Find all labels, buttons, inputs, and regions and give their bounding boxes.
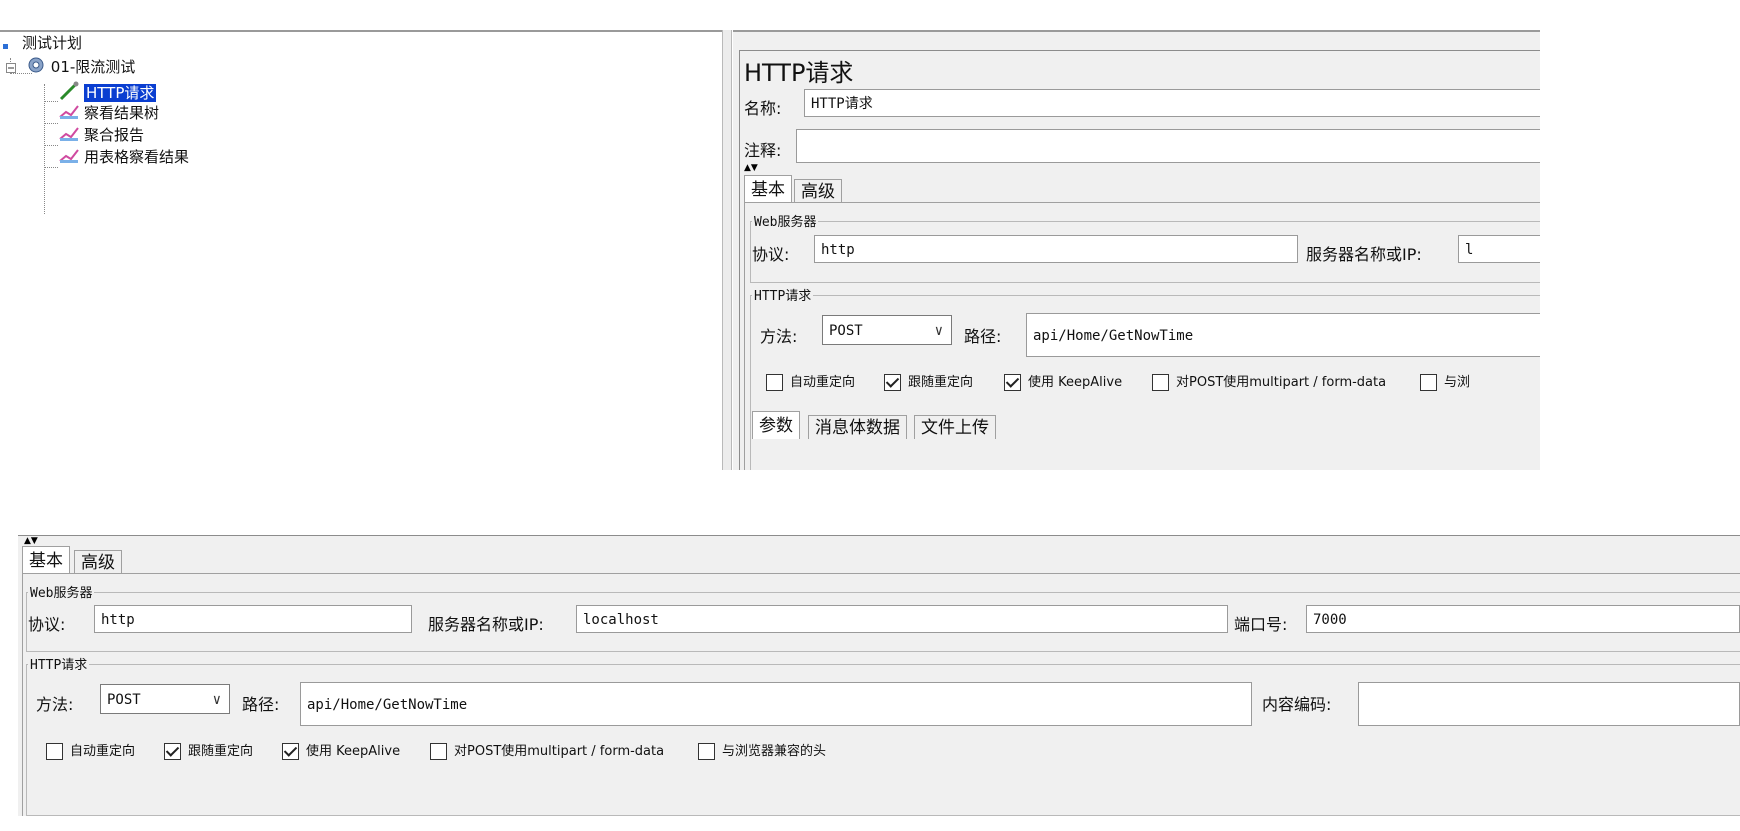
sampler-config-pane: HTTP请求 名称: HTTP请求 注释: ▲▼ 基本 高级 Web服务器 协议…: [733, 30, 1540, 470]
protocol-field[interactable]: http: [94, 605, 412, 633]
jmeter-window-top: 测试计划 01-限流测试 HTTP请求 察看结果树 聚合报告 用表格察看结果 H…: [0, 0, 1540, 470]
tree-top-border: [0, 30, 722, 32]
tab-basic[interactable]: 基本: [744, 175, 792, 203]
sampler-config-panel: HTTP请求 名称: HTTP请求 注释: ▲▼ 基本 高级 Web服务器 协议…: [739, 50, 1540, 470]
encoding-field[interactable]: [1358, 682, 1740, 726]
auto-redirect-checkbox[interactable]: 自动重定向: [766, 373, 855, 393]
tab-parameters[interactable]: 参数: [752, 411, 800, 439]
method-select[interactable]: POST ∨: [822, 315, 952, 345]
web-server-group-title: Web服务器: [752, 211, 819, 230]
web-server-group-title: Web服务器: [28, 582, 95, 601]
tree-item-view-results-table[interactable]: 用表格察看结果: [58, 146, 189, 166]
tab-advanced[interactable]: 高级: [74, 550, 122, 574]
method-select[interactable]: POST ∨: [100, 684, 230, 714]
protocol-label: 协议:: [752, 245, 790, 264]
collapse-arrows-icon[interactable]: ▲▼: [24, 536, 38, 546]
path-label: 路径:: [242, 695, 280, 714]
server-name-field[interactable]: localhost: [576, 605, 1228, 633]
browser-headers-checkbox[interactable]: 与浏: [1420, 373, 1470, 393]
checkbox-box: [884, 374, 901, 391]
method-value: POST: [107, 692, 141, 708]
checkbox-box: [430, 743, 447, 760]
tree-item-label: HTTP请求: [84, 84, 157, 102]
protocol-label: 协议:: [28, 615, 66, 634]
comment-field[interactable]: [796, 129, 1540, 163]
panel-title: HTTP请求: [744, 59, 854, 87]
server-name-field[interactable]: l: [1458, 235, 1540, 263]
checkbox-box: [1004, 374, 1021, 391]
tree-connector: [44, 84, 45, 214]
checkbox-box: [1152, 374, 1169, 391]
http-request-group-title: HTTP请求: [752, 285, 814, 304]
multipart-checkbox[interactable]: 对POST使用multipart / form-data: [430, 742, 664, 762]
name-label: 名称:: [744, 99, 782, 118]
tree-connector: [44, 145, 58, 146]
checkbox-box: [766, 374, 783, 391]
port-field[interactable]: 7000: [1306, 605, 1740, 633]
split-pane-divider[interactable]: [722, 30, 732, 470]
test-plan-icon: [2, 32, 18, 55]
checkbox-box: [282, 743, 299, 760]
tree-item-thread-group[interactable]: 01-限流测试: [6, 55, 136, 78]
path-label: 路径:: [964, 327, 1002, 346]
checkbox-box: [1420, 374, 1437, 391]
http-request-group-title: HTTP请求: [28, 654, 90, 673]
tree-item-http-request[interactable]: HTTP请求: [58, 80, 157, 102]
keepalive-checkbox[interactable]: 使用 KeepAlive: [1004, 373, 1122, 393]
tree-connector: [44, 101, 58, 102]
test-plan-tree: 测试计划 01-限流测试 HTTP请求 察看结果树 聚合报告 用表格察看结果: [0, 30, 722, 470]
keepalive-checkbox[interactable]: 使用 KeepAlive: [282, 742, 400, 762]
jmeter-window-bottom: ▲▼ 基本 高级 Web服务器 协议: http 服务器名称或IP: local…: [18, 535, 1740, 816]
browser-headers-checkbox[interactable]: 与浏览器兼容的头: [698, 742, 826, 762]
name-field[interactable]: HTTP请求: [804, 89, 1540, 117]
comment-label: 注释:: [744, 141, 782, 160]
method-label: 方法:: [760, 327, 798, 346]
listener-chart-icon: [58, 146, 80, 169]
expand-toggle-icon[interactable]: [6, 58, 16, 78]
tree-item-label: 测试计划: [22, 34, 83, 52]
tree-connector: [44, 167, 58, 168]
tree-item-label: 01-限流测试: [50, 58, 136, 76]
encoding-label: 内容编码:: [1262, 695, 1332, 714]
path-field[interactable]: api/Home/GetNowTime: [300, 682, 1252, 726]
tab-advanced[interactable]: 高级: [794, 179, 842, 203]
follow-redirect-checkbox[interactable]: 跟随重定向: [164, 742, 253, 762]
chevron-down-icon: ∨: [934, 323, 943, 339]
multipart-checkbox[interactable]: 对POST使用multipart / form-data: [1152, 373, 1386, 393]
tab-file-upload[interactable]: 文件上传: [914, 415, 996, 439]
path-field[interactable]: api/Home/GetNowTime: [1026, 313, 1540, 357]
server-name-label: 服务器名称或IP:: [428, 615, 544, 634]
tree-item-aggregate-report[interactable]: 聚合报告: [58, 124, 144, 144]
port-label: 端口号:: [1234, 615, 1288, 634]
tree-item-label: 聚合报告: [84, 126, 145, 144]
checkbox-box: [698, 743, 715, 760]
tree-item-label: 察看结果树: [84, 104, 160, 122]
tree-item-test-plan[interactable]: 测试计划: [2, 32, 82, 52]
follow-redirect-checkbox[interactable]: 跟随重定向: [884, 373, 973, 393]
tree-item-view-results-tree[interactable]: 察看结果树: [58, 102, 159, 122]
checkbox-box: [164, 743, 181, 760]
method-label: 方法:: [36, 695, 74, 714]
tab-body-data[interactable]: 消息体数据: [808, 415, 907, 439]
auto-redirect-checkbox[interactable]: 自动重定向: [46, 742, 135, 762]
tree-item-label: 用表格察看结果: [84, 148, 190, 166]
chevron-down-icon: ∨: [212, 692, 221, 708]
tab-basic[interactable]: 基本: [22, 546, 70, 574]
listener-chart-icon: [58, 124, 80, 147]
thread-group-gear-icon: [25, 55, 47, 80]
checkbox-box: [46, 743, 63, 760]
tree-connector: [44, 123, 58, 124]
server-name-label: 服务器名称或IP:: [1306, 245, 1422, 264]
protocol-field[interactable]: http: [814, 235, 1298, 263]
listener-chart-icon: [58, 102, 80, 125]
collapse-arrows-icon[interactable]: ▲▼: [744, 163, 758, 173]
method-value: POST: [829, 323, 863, 339]
